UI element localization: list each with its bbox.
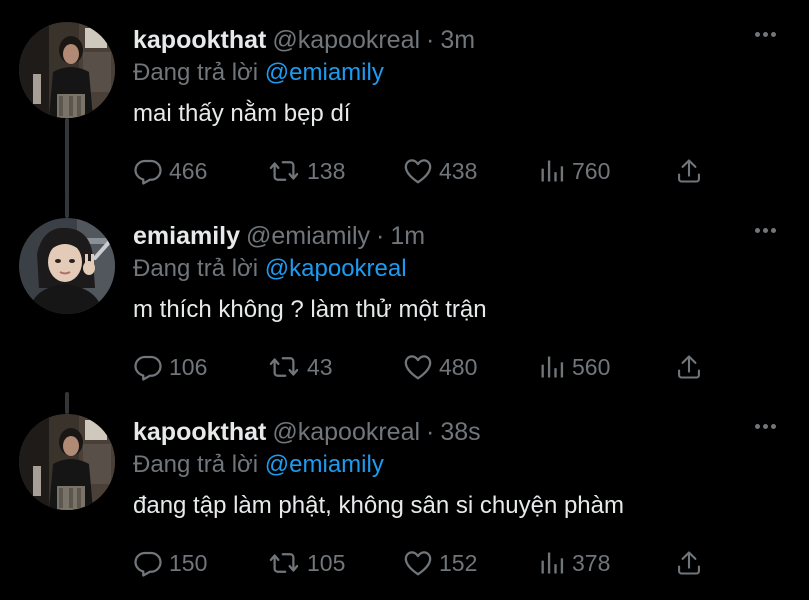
avatar-image — [19, 218, 115, 314]
thread-connector — [65, 392, 69, 414]
action-bar: 150 105 152 378 — [133, 548, 733, 578]
timestamp[interactable]: 38s — [440, 418, 480, 446]
avatar[interactable] — [19, 218, 115, 314]
avatar[interactable] — [19, 414, 115, 510]
more-options-icon[interactable] — [755, 228, 781, 238]
replying-to-label: Đang trả lời — [133, 451, 259, 478]
share-button[interactable] — [675, 352, 709, 382]
heart-icon — [403, 156, 433, 186]
replying-to: Đang trả lời @kapookreal — [133, 254, 407, 284]
reply-icon — [133, 548, 163, 578]
thread-connector — [65, 196, 69, 218]
retweet-count: 105 — [307, 549, 346, 576]
action-bar: 466 138 438 760 — [133, 156, 733, 186]
user-handle[interactable]: @kapookreal — [272, 418, 420, 446]
tweet-text: đang tập làm phật, không sân si chuyện p… — [133, 492, 624, 519]
retweet-button[interactable]: 105 — [267, 548, 345, 578]
user-handle[interactable]: @emiamily — [246, 222, 370, 250]
views-icon — [538, 549, 566, 577]
mention-link[interactable]: @emiamily — [265, 59, 384, 86]
more-options-icon[interactable] — [755, 424, 781, 434]
mention-link[interactable]: @kapookreal — [265, 255, 407, 282]
user-handle[interactable]: @kapookreal — [272, 26, 420, 54]
replying-to: Đang trả lời @emiamily — [133, 450, 384, 480]
more-options-icon[interactable] — [755, 32, 781, 42]
reply-icon — [133, 156, 163, 186]
tweet-header: kapookthat @kapookreal · 38s — [133, 416, 481, 450]
like-button[interactable]: 152 — [403, 548, 477, 578]
tweet-text: m thích không ? làm thử một trận — [133, 296, 487, 323]
avatar-image — [19, 22, 115, 118]
views-button[interactable]: 378 — [538, 548, 610, 578]
thread-connector — [65, 118, 69, 198]
conversation-thread: kapookthat @kapookreal · 3m Đang trả lời @e… — [0, 0, 809, 600]
reply-button[interactable]: 150 — [133, 548, 207, 578]
views-icon — [538, 353, 566, 381]
tweet[interactable]: emiamily @emiamily · 1m Đang trả lời @kapoo… — [0, 196, 809, 392]
display-name[interactable]: kapookthat — [133, 418, 266, 446]
like-count: 438 — [439, 157, 478, 184]
retweet-icon — [267, 548, 301, 578]
avatar[interactable] — [19, 22, 115, 118]
reply-count: 106 — [169, 353, 208, 380]
display-name[interactable]: kapookthat — [133, 26, 266, 54]
views-count: 560 — [572, 353, 611, 380]
reply-count: 466 — [169, 157, 208, 184]
views-icon — [538, 157, 566, 185]
views-count: 378 — [572, 549, 611, 576]
retweet-icon — [267, 156, 301, 186]
reply-button[interactable]: 466 — [133, 156, 207, 186]
replying-to-label: Đang trả lời — [133, 255, 259, 282]
views-button[interactable]: 560 — [538, 352, 610, 382]
share-icon — [675, 157, 703, 185]
like-button[interactable]: 480 — [403, 352, 477, 382]
separator-dot: · — [426, 418, 435, 446]
like-count: 480 — [439, 353, 478, 380]
tweet-header: kapookthat @kapookreal · 3m — [133, 24, 475, 58]
timestamp[interactable]: 3m — [440, 26, 475, 54]
heart-icon — [403, 352, 433, 382]
tweet[interactable]: kapookthat @kapookreal · 38s Đang trả lời @… — [0, 392, 809, 588]
views-button[interactable]: 760 — [538, 156, 610, 186]
retweet-button[interactable]: 43 — [267, 352, 333, 382]
tweet-header: emiamily @emiamily · 1m — [133, 220, 425, 254]
retweet-button[interactable]: 138 — [267, 156, 345, 186]
retweet-count: 138 — [307, 157, 346, 184]
tweet[interactable]: kapookthat @kapookreal · 3m Đang trả lời @e… — [0, 0, 809, 198]
views-count: 760 — [572, 157, 611, 184]
reply-count: 150 — [169, 549, 208, 576]
separator-dot: · — [376, 222, 385, 250]
share-button[interactable] — [675, 156, 709, 186]
replying-to-label: Đang trả lời — [133, 59, 259, 86]
action-bar: 106 43 480 560 — [133, 352, 733, 382]
mention-link[interactable]: @emiamily — [265, 451, 384, 478]
share-icon — [675, 353, 703, 381]
tweet-text: mai thấy nằm bẹp dí — [133, 100, 351, 127]
retweet-count: 43 — [307, 353, 333, 380]
separator-dot: · — [426, 26, 435, 54]
like-button[interactable]: 438 — [403, 156, 477, 186]
avatar-image — [19, 414, 115, 510]
share-button[interactable] — [675, 548, 709, 578]
retweet-icon — [267, 352, 301, 382]
reply-button[interactable]: 106 — [133, 352, 207, 382]
replying-to: Đang trả lời @emiamily — [133, 58, 384, 88]
share-icon — [675, 549, 703, 577]
like-count: 152 — [439, 549, 478, 576]
heart-icon — [403, 548, 433, 578]
display-name[interactable]: emiamily — [133, 222, 240, 250]
timestamp[interactable]: 1m — [390, 222, 425, 250]
reply-icon — [133, 352, 163, 382]
